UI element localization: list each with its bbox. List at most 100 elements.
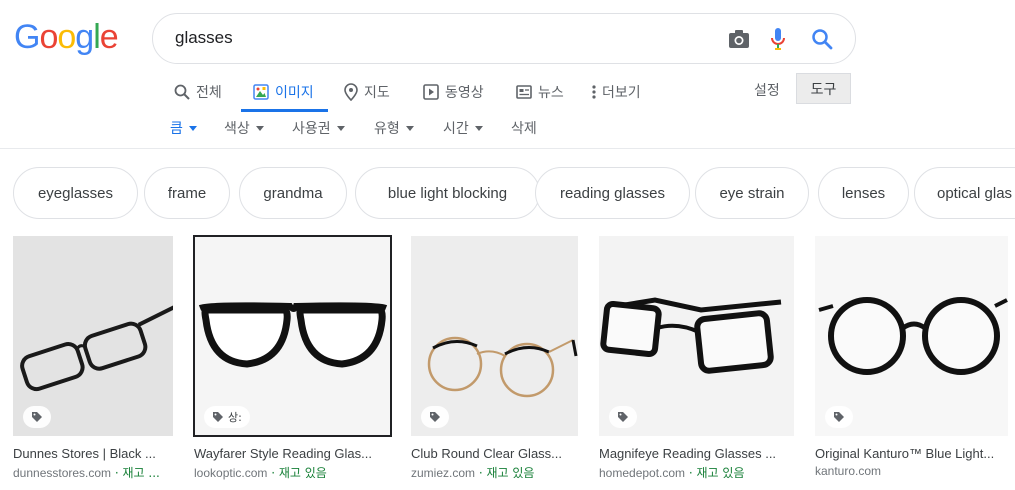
tag-icon — [618, 412, 628, 422]
logo-letter: o — [57, 18, 76, 56]
result-title[interactable]: Original Kanturo™ Blue Light... — [815, 446, 1008, 461]
filter-usage-rights[interactable]: 사용권 — [292, 118, 345, 138]
search-input[interactable] — [175, 28, 695, 48]
chip-reading-glasses[interactable]: reading glasses — [535, 167, 690, 219]
camera-icon[interactable] — [726, 26, 752, 52]
map-pin-icon — [344, 83, 358, 101]
chip-blue-light-blocking[interactable]: blue light blocking — [355, 167, 540, 219]
chip-eyeglasses[interactable]: eyeglasses — [13, 167, 138, 219]
chevron-down-icon — [405, 125, 414, 131]
microphone-icon[interactable] — [765, 26, 791, 52]
search-icon[interactable] — [809, 26, 835, 52]
tab-maps[interactable]: 지도 — [344, 72, 390, 112]
result-domain: zumiez.com — [411, 466, 476, 480]
image-result-selected[interactable]: 상: Wayfarer Style Reading Glas... lookop… — [193, 235, 392, 481]
tag-icon — [834, 412, 844, 422]
logo-letter: G — [14, 18, 40, 56]
settings-link[interactable]: 설정 — [754, 80, 780, 100]
more-vert-icon — [592, 85, 596, 99]
result-title[interactable]: Club Round Clear Glass... — [411, 446, 578, 461]
google-logo[interactable]: Google — [14, 18, 119, 57]
result-title[interactable]: Magnifeye Reading Glasses ... — [599, 446, 794, 461]
chevron-down-icon — [188, 125, 197, 131]
result-thumbnail[interactable]: 상: — [193, 235, 392, 437]
logo-letter: e — [99, 18, 119, 56]
tag-icon — [213, 412, 223, 422]
chip-eye-strain[interactable]: eye strain — [695, 167, 809, 219]
tab-all[interactable]: 전체 — [174, 72, 222, 112]
shopping-badge — [421, 406, 449, 428]
result-thumbnail[interactable] — [13, 236, 173, 436]
result-domain: dunnesstores.com — [13, 466, 112, 480]
stock-status: · 재고 있음 — [475, 466, 535, 480]
chip-frame[interactable]: frame — [144, 167, 230, 219]
logo-letter: o — [39, 18, 58, 56]
image-filters: 큼 색상 사용권 유형 시간 삭제 — [0, 118, 1015, 142]
image-result[interactable]: Dunnes Stores | Black ... dunnesstores.c… — [13, 236, 173, 481]
stock-status: · 재고 ... — [111, 466, 160, 480]
image-result[interactable]: Magnifeye Reading Glasses ... homedepot.… — [599, 236, 794, 481]
filter-label: 사용권 — [292, 121, 331, 137]
tab-images[interactable]: 이미지 — [241, 72, 328, 112]
related-searches: eyeglasses frame grandma blue light bloc… — [13, 167, 1015, 219]
filter-label: 시간 — [443, 121, 469, 137]
chip-optical-glasses[interactable]: optical glas — [914, 167, 1015, 219]
tab-videos[interactable]: 동영상 — [423, 72, 484, 112]
filter-label: 색상 — [224, 121, 250, 137]
video-icon — [423, 84, 439, 100]
chevron-down-icon — [336, 125, 345, 131]
result-thumbnail[interactable] — [815, 236, 1008, 436]
badge-text: 상: — [228, 411, 242, 424]
tab-label: 지도 — [364, 85, 390, 101]
tag-icon — [32, 412, 42, 422]
chevron-down-icon — [255, 125, 264, 131]
result-thumbnail[interactable] — [411, 236, 578, 436]
filter-clear[interactable]: 삭제 — [511, 118, 537, 138]
tab-more[interactable]: 더보기 — [592, 72, 641, 112]
result-domain: kanturo.com — [815, 464, 882, 478]
shopping-badge — [609, 406, 637, 428]
shopping-badge: 상: — [204, 406, 250, 428]
tab-news[interactable]: 뉴스 — [516, 72, 564, 112]
chevron-down-icon — [474, 125, 483, 131]
news-icon — [516, 85, 532, 99]
tab-label: 전체 — [196, 85, 222, 101]
image-result[interactable]: Original Kanturo™ Blue Light... kanturo.… — [815, 236, 1008, 478]
result-source: kanturo.com — [815, 464, 1008, 478]
filter-label: 유형 — [374, 121, 400, 137]
logo-letter: g — [75, 18, 94, 56]
chip-grandma[interactable]: grandma — [239, 167, 347, 219]
shopping-badge — [23, 406, 51, 428]
result-title[interactable]: Wayfarer Style Reading Glas... — [194, 446, 391, 461]
result-source: homedepot.com · 재고 있음 — [599, 464, 794, 481]
chip-lenses[interactable]: lenses — [818, 167, 909, 219]
tab-label: 뉴스 — [538, 85, 564, 101]
tools-button[interactable]: 도구 — [796, 73, 851, 104]
search-icon — [174, 84, 190, 100]
image-icon — [253, 84, 269, 100]
stock-status: · 재고 있음 — [267, 466, 327, 480]
result-domain: lookoptic.com — [194, 466, 268, 480]
filter-label: 큼 — [170, 121, 183, 137]
result-domain: homedepot.com — [599, 466, 686, 480]
result-thumbnail[interactable] — [599, 236, 794, 436]
filter-color[interactable]: 색상 — [224, 118, 264, 138]
result-source: lookoptic.com · 재고 있음 — [194, 464, 391, 481]
tag-icon — [430, 412, 440, 422]
shopping-badge — [825, 406, 853, 428]
tab-label: 더보기 — [602, 85, 641, 101]
search-tabs: 전체 이미지 지도 동영상 뉴스 더보기 — [0, 72, 1015, 112]
search-box[interactable] — [152, 13, 856, 64]
filter-label: 삭제 — [511, 121, 537, 137]
filter-size[interactable]: 큼 — [170, 118, 197, 138]
filter-time[interactable]: 시간 — [443, 118, 483, 138]
image-result[interactable]: Club Round Clear Glass... zumiez.com · 재… — [411, 236, 578, 481]
divider — [0, 148, 1015, 149]
result-source: zumiez.com · 재고 있음 — [411, 464, 578, 481]
filter-type[interactable]: 유형 — [374, 118, 414, 138]
result-source: dunnesstores.com · 재고 ... — [13, 464, 173, 481]
tab-label: 이미지 — [275, 85, 314, 101]
result-title[interactable]: Dunnes Stores | Black ... — [13, 446, 173, 461]
stock-status: · 재고 있음 — [685, 466, 745, 480]
tab-label: 동영상 — [445, 85, 484, 101]
